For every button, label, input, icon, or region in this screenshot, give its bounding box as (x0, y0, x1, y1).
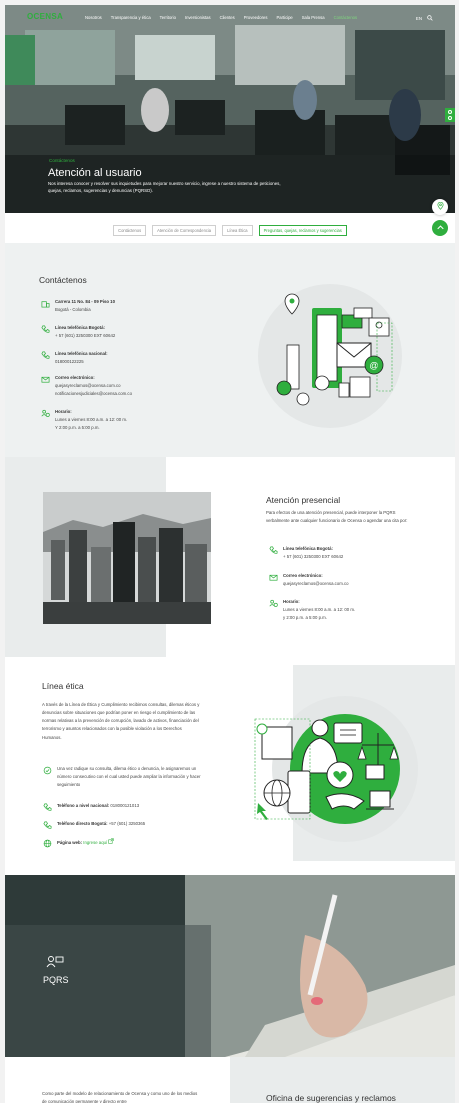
phone-icon (42, 802, 52, 812)
phone-bogota-value[interactable]: + 57 (601) 3250300 EXT 60642 (55, 333, 115, 338)
contact-title: Contáctenos (39, 275, 87, 285)
pqrs-title: PQRS (43, 975, 69, 985)
nav-item-clientes[interactable]: Clientes (220, 15, 235, 20)
people-clock-icon (268, 598, 278, 608)
presencial-title: Atención presencial (266, 495, 341, 505)
people-clock-icon (40, 408, 50, 418)
ocensa-logo[interactable]: OCENSA (27, 12, 63, 21)
tab-pqrs[interactable]: Preguntas, quejas, reclamos y sugerencia… (258, 224, 347, 236)
etica-web-label: Página web: (57, 840, 83, 845)
language-search: EN (416, 15, 433, 22)
email-label: Correo electrónico: (55, 375, 95, 380)
presencial-hours-row: Horario: Lunes a viernes 8:00 a.m. a 12: … (268, 598, 355, 622)
presencial-description: Para efectos de una atención presencial,… (266, 510, 408, 524)
phone-bogota-row: Línea telefónica Bogotá: + 57 (601) 32503… (40, 324, 115, 340)
presencial-phone-label: Línea telefónica Bogotá: (283, 546, 333, 551)
nav-item-nosotros[interactable]: Nosotros (85, 15, 102, 20)
oficina-title: Oficina de sugerencias y reclamos (266, 1093, 396, 1103)
etica-phone-bog-value[interactable]: +57 (601) 3250365 (109, 821, 145, 826)
etica-phone-bog-row: Teléfono directo Bogotá: +57 (601) 32503… (42, 820, 145, 830)
mail-icon (268, 572, 278, 582)
etica-web-row: Página web: Ingrese aquí (42, 838, 115, 848)
presencial-hours-2: y 2:00 p.m. a 5:00 p.m. (283, 615, 327, 621)
linea-etica-section: Línea ética A través de la Línea de Étic… (5, 657, 455, 875)
location-button[interactable] (432, 199, 448, 215)
contact-illustration: @ (258, 284, 402, 428)
hours-row: Horario: Lunes a viernes 8:00 a.m. a 12: … (40, 408, 127, 432)
pqrs-banner: PQRS (5, 875, 455, 1057)
etica-phone-nat-row: Teléfono a nivel nacional: 018000121013 (42, 802, 139, 812)
etica-phone-nat-value[interactable]: 018000121013 (110, 803, 139, 808)
nav-item-proveedores[interactable]: Proveedores (244, 15, 268, 20)
accessibility-icon (448, 110, 452, 114)
external-link-icon[interactable] (108, 838, 115, 845)
contact-section: Contáctenos Carrera 11 No. 84 - 09 Piso … (5, 243, 455, 457)
etica-title: Línea ética (42, 681, 84, 691)
etica-description: A través de la Línea de Ética y Cumplimi… (42, 702, 200, 740)
support-icon (448, 116, 452, 120)
nav-item-contactenos[interactable]: Contáctenos (334, 15, 358, 20)
language-toggle[interactable]: EN (416, 16, 422, 21)
search-icon[interactable] (427, 15, 433, 22)
mail-icon (40, 374, 50, 384)
phone-icon (42, 820, 52, 830)
presencial-phone-value[interactable]: + 57 (601) 3250300 EXT 60642 (283, 554, 343, 559)
etica-privacy-text: Una vez radique su consulta, dilema étic… (57, 766, 201, 788)
section-tabs: Contáctenos Atención de Correspondencia … (5, 221, 455, 239)
main-nav: Nosotros Transparencia y ética Territori… (85, 15, 366, 20)
etica-privacy-row: Una vez radique su consulta, dilema étic… (42, 765, 202, 789)
page-frame: OCENSA Nosotros Transparencia y ética Te… (5, 5, 455, 1103)
address-row: Carrera 11 No. 84 - 09 Piso 10 Bogotá - C… (40, 298, 115, 314)
phone-national-label: Línea telefónica nacional: (55, 351, 108, 356)
building-icon (40, 298, 50, 308)
phone-national-row: Línea telefónica nacional: 018000122225 (40, 350, 108, 366)
hero-title: Atención al usuario (48, 167, 142, 179)
oficina-description: Como parte del modelo de relacionamiento… (42, 1091, 198, 1103)
phone-icon (40, 324, 50, 334)
presencial-section: Atención presencial Para efectos de una … (5, 457, 455, 657)
nav-item-transparencia[interactable]: Transparencia y ética (111, 15, 151, 20)
globe-icon (42, 838, 52, 848)
chat-message-icon (46, 955, 64, 971)
email-row: Correo electrónico: quejasyreclamos@ocens… (40, 374, 132, 398)
email-value-2[interactable]: notificacionesjudiciales@ocensa.com.co (55, 391, 132, 396)
tab-correspondencia[interactable]: Atención de Correspondencia (152, 224, 217, 236)
presencial-email-row: Correo electrónico: quejasyreclamos@ocens… (268, 572, 349, 588)
nav-item-sala-prensa[interactable]: Sala Prensa (302, 15, 325, 20)
address-line-1: Carrera 11 No. 84 - 09 Piso 10 (55, 299, 115, 304)
hero-kicker: Contáctenos (49, 158, 75, 163)
presencial-phone-row: Línea telefónica Bogotá: + 57 (601) 32503… (268, 545, 343, 561)
shield-icon (42, 765, 52, 775)
presencial-hours-label: Horario: (283, 599, 300, 604)
hero-banner: OCENSA Nosotros Transparencia y ética Te… (5, 5, 455, 213)
phone-icon (40, 350, 50, 360)
etica-phone-nat-label: Teléfono a nivel nacional: (57, 803, 110, 808)
nav-item-participe[interactable]: Participe (276, 15, 292, 20)
phone-national-value[interactable]: 018000122225 (55, 359, 84, 364)
tab-contactenos[interactable]: Contáctenos (113, 224, 147, 236)
hours-label: Horario: (55, 409, 72, 414)
presencial-email-label: Correo electrónico: (283, 573, 323, 578)
hours-line-2: Y 2:00 p.m. a 5:00 p.m. (55, 425, 100, 431)
nav-item-territorio[interactable]: Territorio (160, 15, 176, 20)
hero-description: Nos interesa conocer y resolver sus inqu… (48, 181, 281, 193)
nav-item-inversionistas[interactable]: Inversionistas (185, 15, 211, 20)
city-photo (43, 492, 211, 624)
tab-linea-etica[interactable]: Línea Ética (222, 224, 253, 236)
phone-bogota-label: Línea telefónica Bogotá: (55, 325, 105, 330)
presencial-hours-1: Lunes a viernes 8:00 a.m. a 12: 00 m. (283, 607, 356, 613)
presencial-email-value[interactable]: quejasyreclamos@ocensa.com.co (283, 581, 349, 586)
hours-line-1: Lunes a viernes 8:00 a.m. a 12: 00 m. (55, 417, 128, 423)
oficina-section: Como parte del modelo de relacionamiento… (5, 1057, 455, 1103)
phone-icon (268, 545, 278, 555)
etica-illustration (254, 696, 418, 842)
accessibility-tab[interactable] (445, 108, 455, 122)
location-pin-icon (436, 201, 444, 212)
etica-web-link[interactable]: Ingrese aquí (83, 840, 107, 845)
etica-phone-bog-label: Teléfono directo Bogotá: (57, 821, 108, 826)
address-line-2: Bogotá - Colombia (55, 307, 91, 313)
email-value-1[interactable]: quejasyreclamos@ocensa.com.co (55, 383, 121, 388)
